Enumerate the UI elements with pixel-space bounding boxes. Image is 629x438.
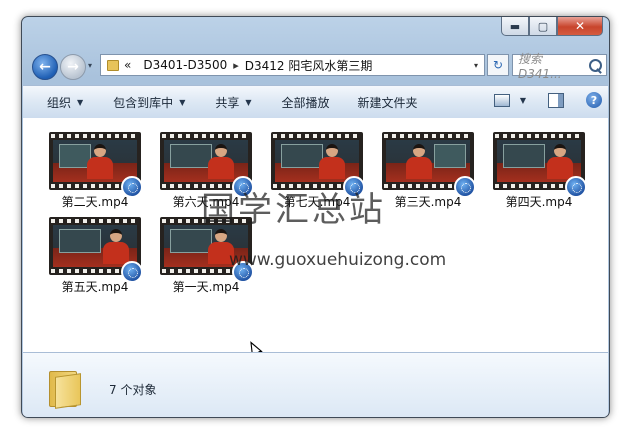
watermark-title: 国学汇总站 bbox=[201, 190, 386, 230]
file-list: 第二天.mp4 第六天.mp4 第七天.mp4 第三天.mp4 第四天.mp4 … bbox=[23, 118, 608, 358]
new-folder-button[interactable]: 新建文件夹 bbox=[338, 94, 426, 111]
recent-pages-dropdown[interactable]: ▾ bbox=[88, 61, 92, 70]
address-bar[interactable]: « D3401-D3500 ▸ D3412 阳宅风水第三期 ▾ bbox=[100, 54, 485, 76]
search-placeholder: 搜索 D341... bbox=[518, 51, 562, 81]
minimize-button[interactable]: ▬ bbox=[501, 17, 529, 36]
file-name: 第五天.mp4 bbox=[61, 280, 129, 294]
chevron-down-icon: ▼ bbox=[245, 97, 252, 107]
close-button[interactable]: ✕ bbox=[557, 17, 603, 36]
view-controls: ▼ ? bbox=[493, 92, 602, 108]
video-thumbnail bbox=[382, 132, 476, 198]
navigation-row: ← → ▾ « D3401-D3500 ▸ D3412 阳宅风水第三期 ▾ ↻ … bbox=[30, 51, 607, 81]
folder-icon bbox=[107, 59, 119, 71]
play-all-button[interactable]: 全部播放 bbox=[260, 94, 338, 111]
preview-pane-icon[interactable] bbox=[548, 92, 564, 108]
address-dropdown-icon[interactable]: ▾ bbox=[474, 61, 478, 70]
video-thumbnail bbox=[493, 132, 587, 198]
video-thumbnail bbox=[49, 217, 143, 283]
change-view-icon[interactable] bbox=[493, 93, 510, 107]
breadcrumb-current[interactable]: D3412 阳宅风水第三期 bbox=[245, 57, 373, 74]
help-icon[interactable]: ? bbox=[586, 92, 602, 108]
organize-label: 组织 bbox=[47, 95, 72, 110]
chevron-down-icon: ▼ bbox=[77, 97, 84, 107]
share-menu[interactable]: 共享 ▼ bbox=[193, 94, 259, 111]
file-name: 第四天.mp4 bbox=[505, 195, 573, 209]
caption-buttons: ▬ ▢ ✕ bbox=[501, 17, 603, 37]
file-name: 第一天.mp4 bbox=[172, 280, 240, 294]
organize-menu[interactable]: 组织 ▼ bbox=[23, 94, 91, 111]
search-icon[interactable] bbox=[589, 58, 602, 72]
explorer-window: ▬ ▢ ✕ ← → ▾ « D3401-D3500 ▸ D3412 阳宅风水第三… bbox=[21, 16, 610, 418]
back-button[interactable]: ← bbox=[32, 54, 58, 80]
file-name: 第三天.mp4 bbox=[394, 195, 462, 209]
item-count: 7 个对象 bbox=[109, 383, 157, 397]
include-in-library-menu[interactable]: 包含到库中 ▼ bbox=[91, 94, 193, 111]
details-pane: 7 个对象 bbox=[23, 352, 608, 417]
view-dropdown-icon[interactable]: ▼ bbox=[520, 96, 526, 105]
watermark-url: www.guoxuehuizong.com bbox=[229, 250, 447, 270]
video-thumbnail bbox=[49, 132, 143, 198]
maximize-button[interactable]: ▢ bbox=[529, 17, 557, 36]
refresh-button[interactable]: ↻ bbox=[487, 54, 509, 76]
address-prefix-chevron[interactable]: « bbox=[124, 58, 131, 72]
search-input[interactable]: 搜索 D341... bbox=[512, 52, 607, 81]
include-library-label: 包含到库中 bbox=[113, 95, 174, 110]
forward-button[interactable]: → bbox=[60, 54, 86, 80]
file-name: 第二天.mp4 bbox=[61, 195, 129, 209]
share-label: 共享 bbox=[215, 95, 240, 110]
chevron-down-icon: ▼ bbox=[179, 97, 186, 107]
crumb-separator-arrow[interactable]: ▸ bbox=[233, 59, 239, 72]
command-bar: 组织 ▼ 包含到库中 ▼ 共享 ▼ 全部播放 新建文件夹 ▼ ? bbox=[23, 85, 608, 119]
breadcrumb-parent[interactable]: D3401-D3500 bbox=[143, 58, 227, 72]
folder-icon bbox=[49, 367, 81, 409]
